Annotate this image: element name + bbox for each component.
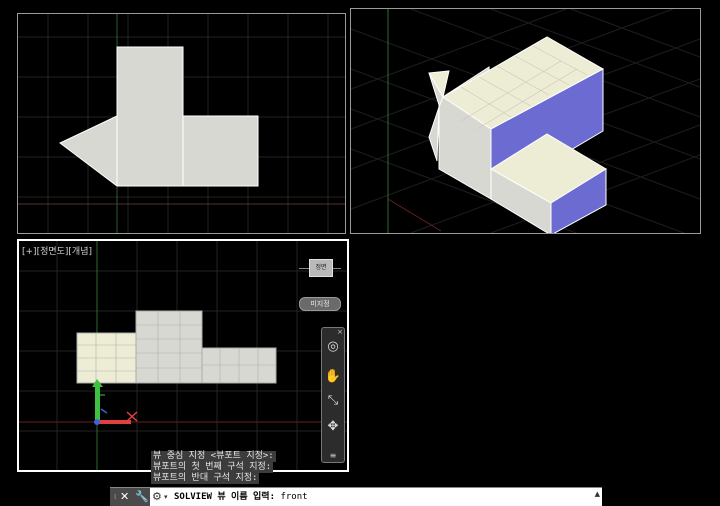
chevron-up-icon[interactable]: ▲ [595,490,600,498]
command-history-line: 뷰포트의 첫 번째 구석 지정: [151,462,274,473]
wrench-icon[interactable]: 🔧 [135,488,149,506]
isometric-drawing [351,9,700,233]
orbit-icon[interactable]: ✥ [324,418,342,436]
command-prompt-text: SOLVIEW 뷰 이름 입력: [174,492,276,502]
steering-wheel-icon[interactable]: ◎ [324,338,342,356]
axis-line [387,198,442,232]
viewport-active-front[interactable]: [+][정면도][개념] 정면 미지정 × ◎ ✋ ⤡ ✥ ≡ [17,239,349,472]
viewport-top-left[interactable] [17,13,346,234]
viewport-label[interactable]: [+][정면도][개념] [22,244,92,257]
front-drawing [19,241,347,470]
close-icon[interactable]: × [337,328,343,336]
chevron-down-icon[interactable]: ▾ [164,488,168,506]
close-icon[interactable]: ✕ [120,488,129,506]
viewcube[interactable]: 정면 [309,259,333,277]
command-prompt[interactable]: SOLVIEW 뷰 이름 입력: front [174,488,308,506]
recent-commands-icon[interactable]: ⚙ [152,488,162,506]
grip-icon[interactable]: ⁞ [114,488,116,506]
command-input-value[interactable]: front [280,492,307,502]
command-line-tools: ⁞ ✕ 🔧 [110,488,150,506]
top-left-drawing [18,14,345,233]
wcs-menu-button[interactable]: 미지정 [299,297,341,311]
command-history-line: 뷰 중심 지정 <뷰포트 지정>: [151,451,276,462]
pan-icon[interactable]: ✋ [324,368,342,386]
viewport-top-right[interactable] [350,8,701,234]
command-line: ⁞ ✕ 🔧 ⚙ ▾ SOLVIEW 뷰 이름 입력: front ▲ [110,487,602,506]
zoom-extents-icon[interactable]: ⤡ [324,392,342,410]
shape-center [135,310,203,384]
ucs-icon [92,379,138,425]
customize-menu-icon[interactable]: ≡ [324,451,342,460]
command-history-line: 뷰포트의 반대 구석 지정: [151,473,260,484]
navigation-bar: × ◎ ✋ ⤡ ✥ ≡ [321,327,345,463]
command-history: 뷰 중심 지정 <뷰포트 지정>: 뷰포트의 첫 번째 구석 지정: 뷰포트의 … [151,451,276,484]
